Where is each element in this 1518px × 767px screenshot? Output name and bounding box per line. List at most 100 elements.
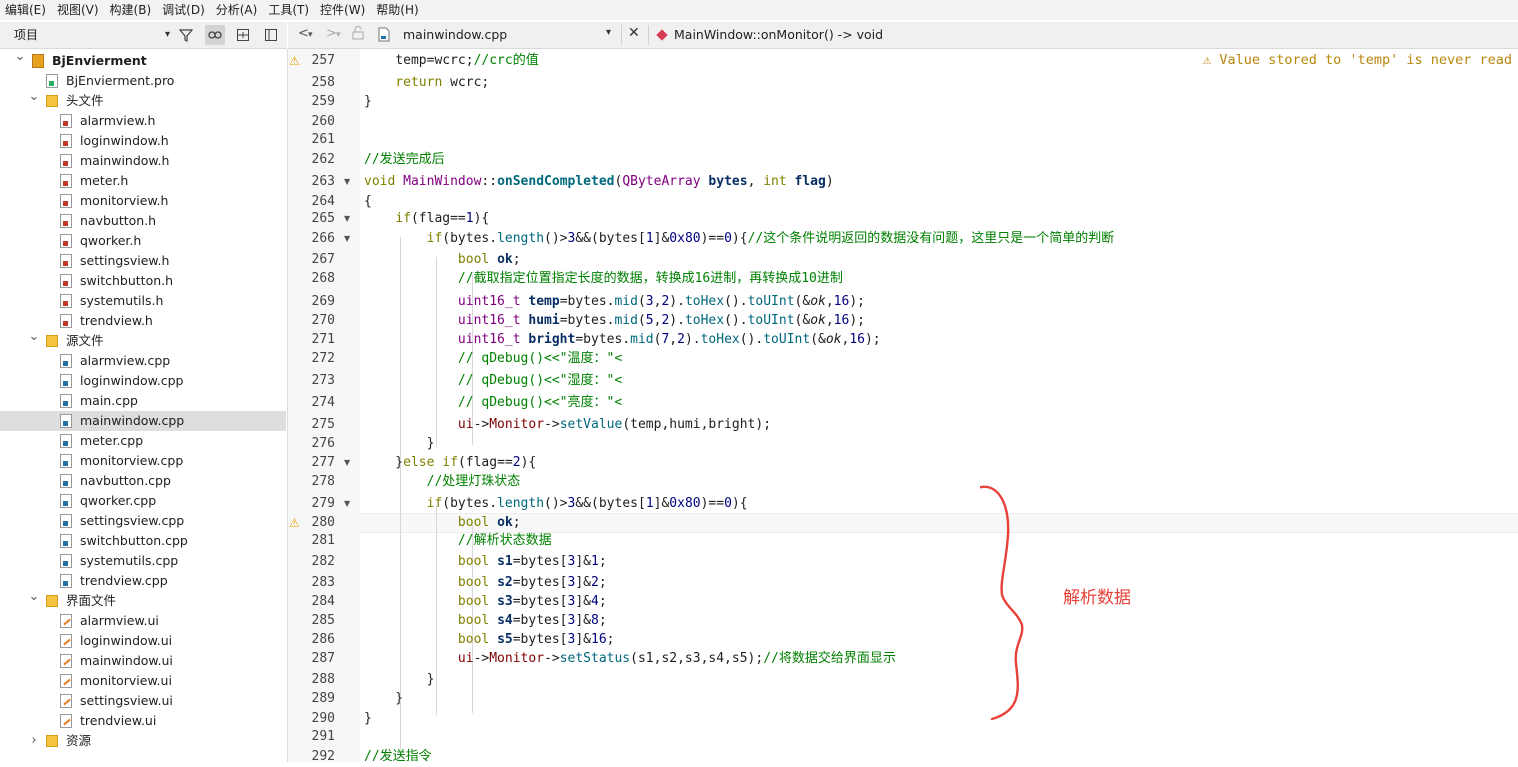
chevron-right-icon[interactable]: › [28,731,40,751]
code-line[interactable]: } [364,670,435,690]
tree-item[interactable]: ⌄ 源文件 [0,329,286,351]
chevron-down-icon[interactable]: ⌄ [28,587,40,607]
code-line[interactable]: if(bytes.length()>3&&(bytes[1]&0x80)==0)… [364,229,1115,249]
tree-item[interactable]: settingsview.ui [0,691,286,711]
tree-item[interactable]: monitorview.cpp [0,451,286,471]
menu-item[interactable]: 帮助(H) [371,0,424,20]
tree-item[interactable]: settingsview.cpp [0,511,286,531]
code-line[interactable]: bool s2=bytes[3]&2; [364,573,607,593]
open-file-name[interactable]: mainwindow.cpp [403,27,507,42]
tree-item[interactable]: loginwindow.ui [0,631,286,651]
code-line[interactable]: //发送指令 [364,747,432,762]
tree-item[interactable]: monitorview.h [0,191,286,211]
code-line[interactable]: ui->Monitor->setValue(temp,humi,bright); [364,415,771,435]
code-line[interactable]: //截取指定位置指定长度的数据，转换成16进制，再转换成10进制 [364,269,843,289]
code-line[interactable]: bool s1=bytes[3]&1; [364,552,607,572]
code-line[interactable]: void MainWindow::onSendCompleted(QByteAr… [364,172,834,192]
tree-item[interactable]: main.cpp [0,391,286,411]
menu-item[interactable]: 编辑(E) [0,0,52,20]
code-line[interactable]: bool ok; [364,250,521,270]
tree-item[interactable]: › 资源 [0,731,286,751]
filter-icon[interactable] [176,25,196,45]
menu-item[interactable]: 构建(B) [105,0,158,20]
code-line[interactable]: uint16_t humi=bytes.mid(5,2).toHex().toU… [364,311,865,331]
tree-item[interactable]: trendview.ui [0,711,286,731]
menu-item[interactable]: 分析(A) [211,0,264,20]
chevron-down-icon[interactable]: ⌄ [28,87,40,107]
lock-icon[interactable] [352,26,364,44]
tree-item[interactable]: navbutton.h [0,211,286,231]
fold-toggle-icon[interactable]: ▼ [344,172,350,192]
forward-menu-icon[interactable]: ▾ [336,30,341,40]
code-line[interactable]: bool s3=bytes[3]&4; [364,592,607,612]
tree-item[interactable]: monitorview.ui [0,671,286,691]
code-line[interactable]: if(bytes.length()>3&&(bytes[1]&0x80)==0)… [364,494,748,514]
fold-toggle-icon[interactable]: ▼ [344,229,350,249]
warning-icon[interactable]: ⚠ [289,513,300,533]
code-line[interactable]: } [364,689,403,709]
close-icon[interactable]: ✕ [628,25,640,41]
code-line[interactable]: ui->Monitor->setStatus(s1,s2,s3,s4,s5);/… [364,649,896,669]
tree-item[interactable]: mainwindow.cpp [0,411,286,431]
tree-item[interactable]: meter.cpp [0,431,286,451]
code-line[interactable]: // qDebug()<<"温度："< [364,349,622,369]
fold-toggle-icon[interactable]: ▼ [344,453,350,473]
fold-toggle-icon[interactable]: ▼ [344,494,350,514]
code-line[interactable]: //解析状态数据 [364,531,552,551]
project-view-combo[interactable]: 项目 ▾ [14,26,170,44]
close-sidebar-icon[interactable] [261,25,281,45]
tree-item[interactable]: alarmview.cpp [0,351,286,371]
tree-item[interactable]: trendview.h [0,311,286,331]
code-line[interactable]: bool s5=bytes[3]&16; [364,630,615,650]
code-line[interactable]: // qDebug()<<"湿度："< [364,371,622,391]
tree-item[interactable]: BjEnvierment.pro [0,71,286,91]
code-editor[interactable]: ⚠ Value stored to 'temp' is never read 解… [360,49,1518,762]
menu-item[interactable]: 控件(W) [315,0,371,20]
tree-item[interactable]: switchbutton.cpp [0,531,286,551]
tree-item[interactable]: loginwindow.cpp [0,371,286,391]
tree-item[interactable]: mainwindow.h [0,151,286,171]
tree-item[interactable]: systemutils.cpp [0,551,286,571]
tree-item[interactable]: qworker.cpp [0,491,286,511]
function-navigator[interactable]: MainWindow::onMonitor() -> void [674,27,883,42]
code-line[interactable]: //发送完成后 [364,150,445,170]
tree-item[interactable]: settingsview.h [0,251,286,271]
code-line[interactable]: temp=wcrc;//crc的值 [364,51,538,71]
tree-item[interactable]: meter.h [0,171,286,191]
code-line[interactable]: if(flag==1){ [364,209,489,229]
code-line[interactable]: uint16_t temp=bytes.mid(3,2).toHex().toU… [364,292,865,312]
fold-toggle-icon[interactable]: ▼ [344,209,350,229]
tree-item[interactable]: alarmview.ui [0,611,286,631]
tree-item[interactable]: ⌄ 界面文件 [0,589,286,611]
warning-icon[interactable]: ⚠ [289,51,300,71]
tree-item[interactable]: trendview.cpp [0,571,286,591]
code-line[interactable]: } [364,434,435,454]
chevron-down-icon[interactable]: ⌄ [14,49,26,67]
code-line[interactable]: bool s4=bytes[3]&8; [364,611,607,631]
link-icon[interactable] [205,25,225,45]
menu-item[interactable]: 视图(V) [52,0,105,20]
file-dropdown-icon[interactable]: ▾ [606,27,611,38]
code-line[interactable]: }else if(flag==2){ [364,453,536,473]
menu-item[interactable]: 调试(D) [157,0,211,20]
code-line[interactable]: bool ok; [364,513,521,533]
back-menu-icon[interactable]: ▾ [308,30,313,40]
tree-item[interactable]: alarmview.h [0,111,286,131]
menu-item[interactable]: 工具(T) [263,0,315,20]
code-line[interactable]: return wcrc; [364,73,489,93]
tree-item[interactable]: loginwindow.h [0,131,286,151]
tree-item[interactable]: qworker.h [0,231,286,251]
code-line[interactable]: } [364,92,372,112]
code-line[interactable]: //处理灯珠状态 [364,472,521,492]
tree-item[interactable]: ⌄ BjEnvierment [0,49,286,71]
tree-item[interactable]: systemutils.h [0,291,286,311]
split-icon[interactable] [233,25,253,45]
code-line[interactable]: // qDebug()<<"亮度："< [364,393,622,413]
code-line[interactable]: } [364,709,372,729]
code-line[interactable]: uint16_t bright=bytes.mid(7,2).toHex().t… [364,330,881,350]
tree-item[interactable]: mainwindow.ui [0,651,286,671]
chevron-down-icon[interactable]: ⌄ [28,327,40,347]
tree-item[interactable]: ⌄ 头文件 [0,89,286,111]
tree-item[interactable]: switchbutton.h [0,271,286,291]
tree-item[interactable]: navbutton.cpp [0,471,286,491]
